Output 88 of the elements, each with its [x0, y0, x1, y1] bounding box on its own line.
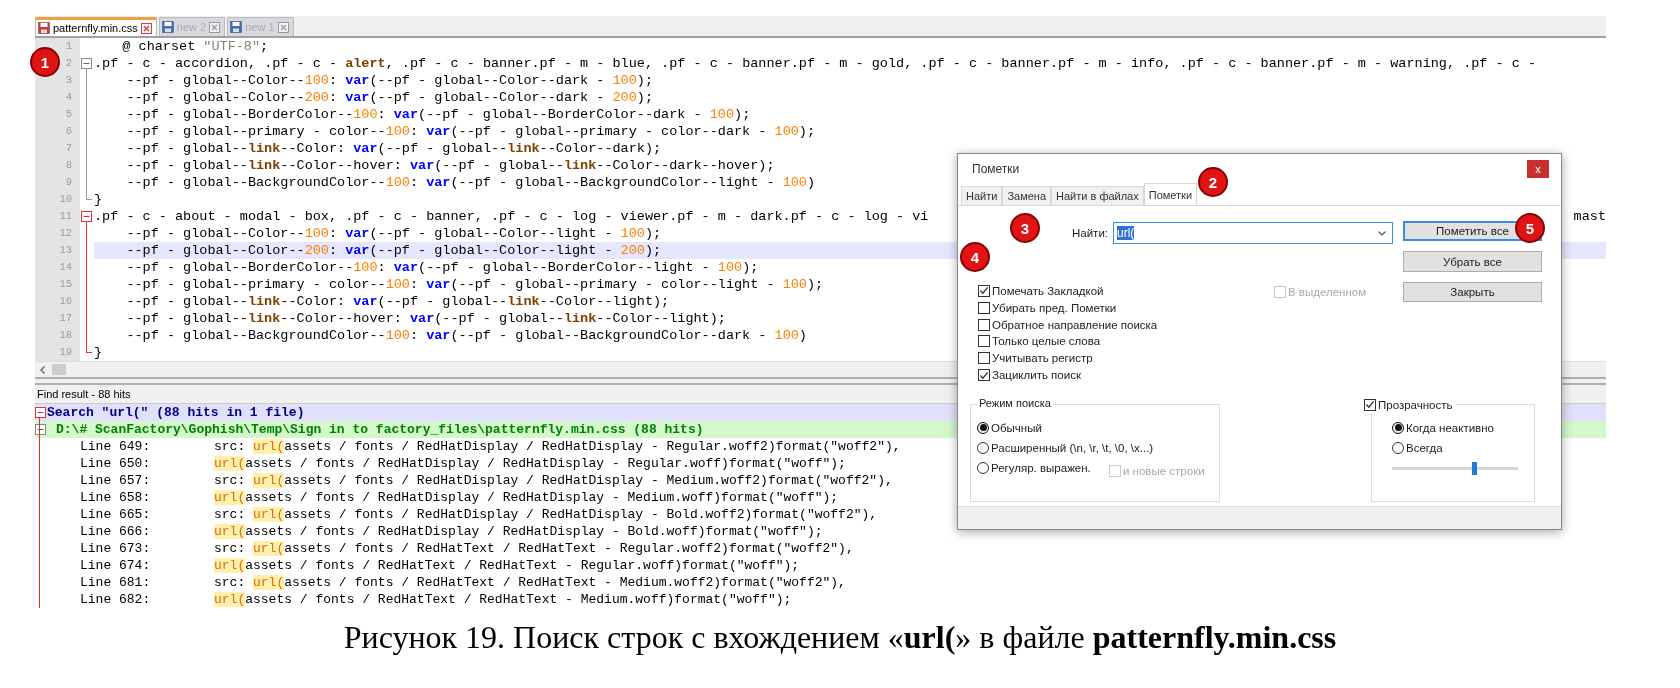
- code-line: .pf - c - about - modal - box, .pf - c - banner, .pf - c - log - viewer.pf - m - dark.pf - c - log - vi: [94, 208, 929, 225]
- dialog-tab[interactable]: Найти в файлах: [1051, 186, 1144, 205]
- code-line: @ charset "UTF-8";: [121, 38, 269, 55]
- code-line: }: [94, 191, 103, 208]
- fold-toggle-icon[interactable]: [35, 407, 46, 418]
- line-number: 4: [35, 89, 80, 106]
- line-number: 18: [35, 327, 80, 344]
- result-row[interactable]: Line 658: url(assets / fonts / RedHatDisplay / RedHatDisplay - Medium.woff)format("woff");: [35, 489, 1606, 506]
- find-field[interactable]: url(: [1113, 222, 1393, 244]
- radio-label[interactable]: Когда неактивно: [1406, 421, 1494, 434]
- option-checkbox[interactable]: Убирать пред. Пометки: [978, 300, 1270, 315]
- code-line: --pf - global--BorderColor--100: var(--pf - global--BorderColor--dark - 100);: [125, 106, 751, 123]
- code-line: --pf - global--link--Color--hover: var(--pf - global--link--Color--light);: [125, 310, 726, 327]
- close-button[interactable]: x: [1527, 160, 1549, 178]
- line-number: 11: [35, 208, 80, 225]
- callout-badge: 1: [30, 47, 60, 77]
- option-checkbox[interactable]: Зациклить поиск: [978, 368, 1270, 382]
- option-checkbox[interactable]: Прозрачность: [1364, 396, 1456, 413]
- option-checkbox[interactable]: Помечать Закладкой: [978, 284, 1270, 298]
- fold-toggle-icon[interactable]: [81, 58, 92, 69]
- code-line: }: [94, 344, 103, 361]
- code-line: --pf - global--Color--200: var(--pf - global--Color--light - 200);: [125, 242, 662, 259]
- search-summary[interactable]: Search "url(" (88 hits in 1 file): [47, 404, 305, 421]
- code-line: --pf - global--primary - color--100: var(--pf - global--primary - color--dark - 100);: [125, 123, 816, 140]
- radio-button[interactable]: [977, 421, 989, 434]
- radio-label[interactable]: Всегда: [1406, 441, 1443, 454]
- result-row[interactable]: Line 665: src: url(assets / fonts / RedHatDisplay / RedHatDisplay - Bold.woff2)format("woff2"),: [35, 506, 1606, 523]
- code-line: --pf - global--BackgroundColor--100: var(--pf - global--BackgroundColor--light - 100): [125, 174, 816, 191]
- scroll-left-icon[interactable]: [38, 364, 48, 375]
- close-icon[interactable]: [209, 21, 221, 33]
- result-row[interactable]: Line 673: src: url(assets / fonts / RedHatText / RedHatText - Regular.woff2)format("woff2"),: [35, 540, 1606, 557]
- result-row[interactable]: Line 666: url(assets / fonts / RedHatDisplay / RedHatDisplay - Bold.woff)format("woff");: [35, 523, 1606, 540]
- dialog-tab[interactable]: Найти: [961, 186, 1003, 205]
- result-row[interactable]: Line 681: src: url(assets / fonts / RedHatText / RedHatText - Medium.woff2)format("woff2"),: [35, 574, 1606, 591]
- figure-caption: Рисунок 19. Поиск строк с вхождением «url(» в файле patternfly.min.css: [342, 619, 1338, 656]
- line-number: 10: [35, 191, 80, 208]
- code-line: mast: [1573, 208, 1606, 225]
- line-number: 16: [35, 293, 80, 310]
- result-row[interactable]: Line 674: url(assets / fonts / RedHatText / RedHatText - Regular.woff)format("woff");: [35, 557, 1606, 574]
- code-line: --pf - global--link--Color--hover: var(--pf - global--link--Color--dark--hover);: [125, 157, 775, 174]
- code-line: --pf - global--link--Color: var(--pf - global--link--Color--light);: [125, 293, 670, 310]
- line-number: 5: [35, 106, 80, 123]
- result-row[interactable]: Line 682: url(assets / fonts / RedHatText / RedHatText - Medium.woff)format("woff");: [35, 591, 1606, 608]
- line-number: 13: [35, 242, 80, 259]
- dialog-tab[interactable]: Замена: [1002, 186, 1052, 205]
- code-line: --pf - global--Color--100: var(--pf - global--Color--light - 100);: [125, 225, 662, 242]
- close-icon[interactable]: [140, 22, 152, 34]
- dialog-button[interactable]: Убрать все: [1403, 251, 1542, 272]
- dialog-title: Пометки: [972, 162, 1020, 176]
- code-line: --pf - global--primary - color--100: var(--pf - global--primary - color--light - 100);: [125, 276, 824, 293]
- line-number: 14: [35, 259, 80, 276]
- line-number: 12: [35, 225, 80, 242]
- line-number: 6: [35, 123, 80, 140]
- radio-label[interactable]: Обычный: [991, 421, 1042, 434]
- fold-toggle-icon[interactable]: [81, 211, 92, 222]
- group-title: Режим поиска: [977, 397, 1053, 409]
- line-number: 8: [35, 157, 80, 174]
- code-line: --pf - global--link--Color: var(--pf - global--link--Color--dark);: [125, 140, 662, 157]
- check-icon: [979, 369, 989, 381]
- radio-button[interactable]: [1392, 421, 1404, 434]
- option-checkbox[interactable]: Только целые слова: [978, 334, 1270, 349]
- dialog-tab[interactable]: Пометки: [1143, 183, 1198, 205]
- dialog-button[interactable]: Закрыть: [1403, 281, 1542, 302]
- fold-toggle-icon[interactable]: [35, 424, 46, 435]
- file-path[interactable]: D:\# ScanFactory\Gophish\Temp\Sign in to factory_files\patternfly.min.css (88 hits): [56, 421, 704, 438]
- line-number: 9: [35, 174, 80, 191]
- code-line: --pf - global--BackgroundColor--100: var(--pf - global--BackgroundColor--dark - 100): [125, 327, 807, 344]
- check-icon: [1365, 399, 1375, 410]
- radio-label[interactable]: Расширенный (\n, \r, \t, \0, \x...): [991, 441, 1154, 454]
- radio-label[interactable]: Регуляр. выражен.: [991, 461, 1091, 474]
- option-checkbox[interactable]: Учитывать регистр: [978, 351, 1270, 366]
- dropdown-icon[interactable]: [1377, 228, 1387, 238]
- scrollbar-thumb[interactable]: [52, 364, 66, 375]
- code-line: .pf - c - accordion, .pf - c - alert, .pf - c - banner.pf - m - blue, .pf - c - banner.pf - m - gold, .pf - c - banner.pf - m - info, .pf - c - banner.pf - m - warning, .pf - c -: [94, 55, 1537, 72]
- line-number: 7: [35, 140, 80, 157]
- line-number: 3: [35, 72, 80, 89]
- line-number: 19: [35, 344, 80, 361]
- code-line: --pf - global--Color--200: var(--pf - global--Color--dark - 200);: [125, 89, 653, 106]
- check-icon: [979, 285, 989, 297]
- find-label: Найти:: [1072, 227, 1108, 239]
- code-line: --pf - global--BorderColor--100: var(--pf - global--BorderColor--light - 100);: [125, 259, 759, 276]
- close-icon[interactable]: [277, 21, 289, 33]
- code-line: --pf - global--Color--100: var(--pf - global--Color--dark - 100);: [125, 72, 653, 89]
- slider-thumb[interactable]: [1471, 462, 1477, 475]
- option-checkbox[interactable]: Обратное направление поиска: [978, 317, 1270, 332]
- line-number: 17: [35, 310, 80, 327]
- line-number: 15: [35, 276, 80, 293]
- editor-tab[interactable]: patternfly.min.css: [35, 17, 157, 36]
